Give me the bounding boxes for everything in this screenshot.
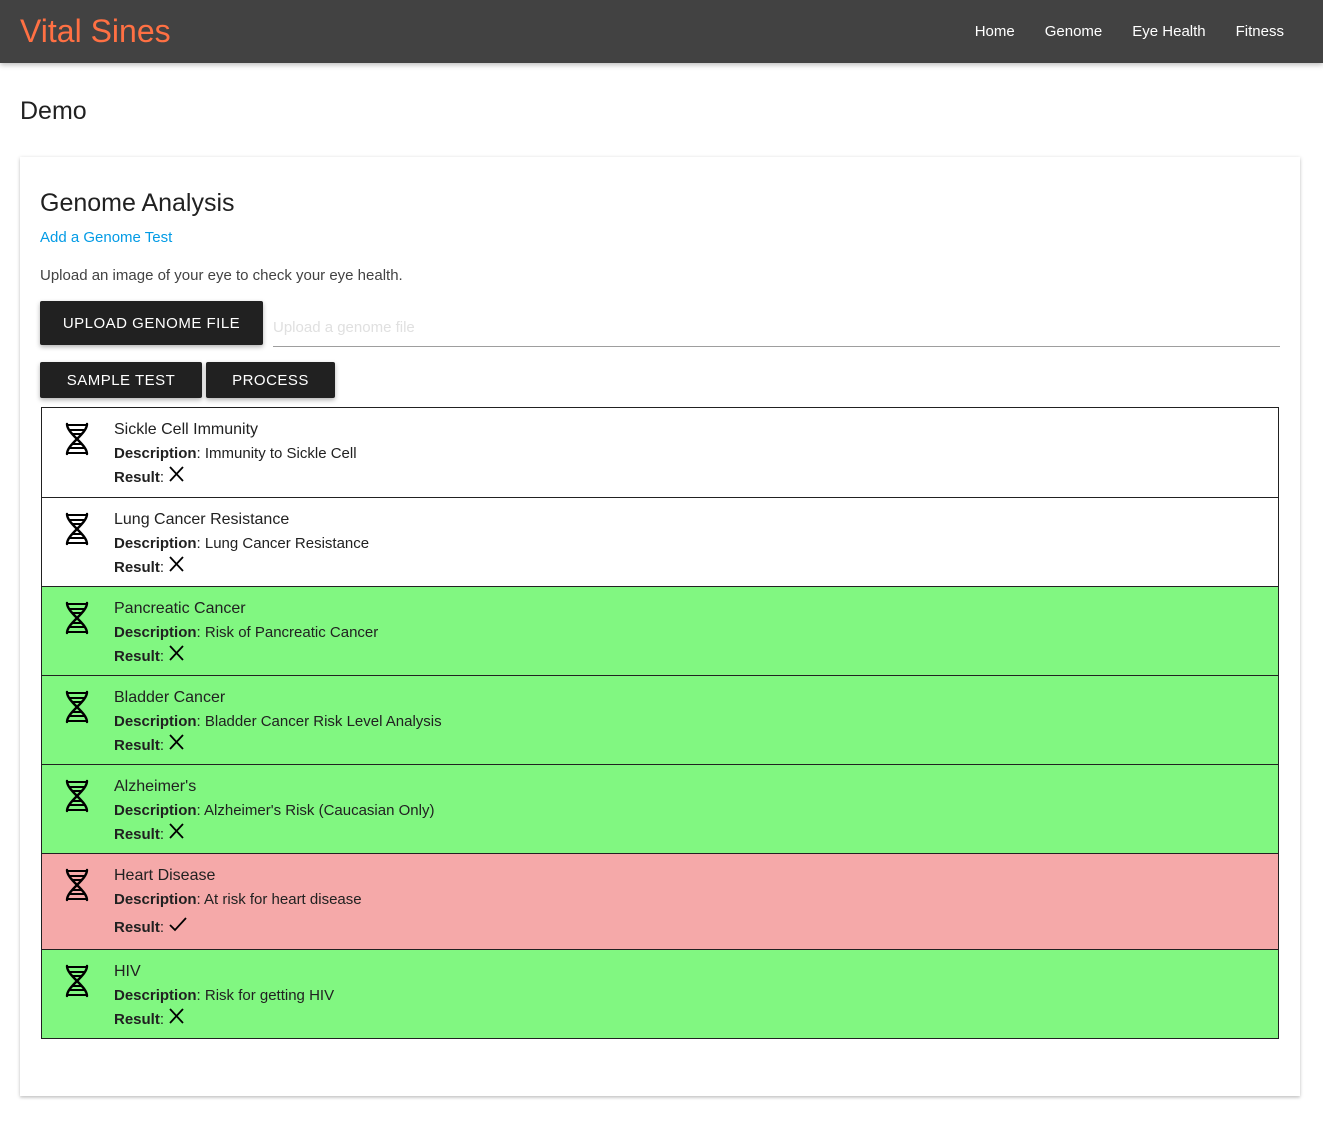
result-label: Result (114, 648, 160, 665)
x-icon (168, 645, 184, 665)
dna-icon (64, 512, 90, 546)
genome-test-row: Lung Cancer Resistance Description: Lung … (42, 497, 1278, 586)
dna-icon (64, 868, 90, 902)
page-title: Demo (20, 97, 87, 125)
test-result: Result: (114, 466, 184, 486)
nav-link-fitness[interactable]: Fitness (1221, 23, 1299, 40)
genome-results-list: Sickle Cell Immunity Description: Immunit… (41, 407, 1279, 1039)
test-name: Lung Cancer Resistance (114, 511, 290, 528)
test-description: Description: Immunity to Sickle Cell (114, 445, 357, 462)
x-icon (168, 1008, 184, 1028)
upload-hint: Upload an image of your eye to check you… (40, 267, 403, 284)
nav-link-genome[interactable]: Genome (1030, 23, 1118, 40)
genome-test-row: Heart Disease Description: At risk for he… (42, 853, 1278, 949)
description-value: Risk of Pancreatic Cancer (204, 624, 379, 641)
description-value: Alzheimer's Risk (Caucasian Only) (204, 802, 435, 819)
test-description: Description: Alzheimer's Risk (Caucasian… (114, 802, 435, 819)
test-name: Pancreatic Cancer (114, 600, 246, 617)
test-name: Bladder Cancer (114, 689, 226, 706)
description-value: At risk for heart disease (204, 891, 362, 908)
test-name: Alzheimer's (114, 778, 197, 795)
description-label: Description (114, 713, 197, 730)
test-name: HIV (114, 963, 141, 980)
x-icon (168, 466, 184, 486)
test-description: Description: Risk for getting HIV (114, 987, 335, 1004)
dna-icon (64, 964, 90, 998)
test-description: Description: Bladder Cancer Risk Level A… (114, 713, 442, 730)
test-result: Result: (114, 734, 184, 754)
description-value: Immunity to Sickle Cell (204, 445, 357, 462)
test-description: Description: At risk for heart disease (114, 891, 362, 908)
description-label: Description (114, 624, 197, 641)
test-result: Result: (114, 556, 184, 576)
description-label: Description (114, 802, 197, 819)
nav-link-eye-health[interactable]: Eye Health (1117, 23, 1220, 40)
description-value: Lung Cancer Resistance (204, 535, 370, 552)
brand-logo[interactable]: Vital Sines (20, 12, 171, 50)
result-label: Result (114, 1011, 160, 1028)
description-value: Risk for getting HIV (204, 987, 335, 1004)
add-genome-test-link[interactable]: Add a Genome Test (40, 229, 172, 246)
test-result: Result: (114, 1008, 184, 1028)
description-label: Description (114, 445, 197, 462)
test-result: Result: (114, 916, 188, 936)
result-label: Result (114, 826, 160, 843)
test-name: Heart Disease (114, 867, 216, 884)
result-label: Result (114, 919, 160, 936)
genome-test-row: Pancreatic Cancer Description: Risk of Pa… (42, 586, 1278, 675)
sample-test-button[interactable]: SAMPLE TEST (40, 362, 202, 398)
description-label: Description (114, 987, 197, 1004)
dna-icon (64, 601, 90, 635)
result-label: Result (114, 737, 160, 754)
test-result: Result: (114, 823, 184, 843)
x-icon (168, 734, 184, 754)
test-description: Description: Lung Cancer Resistance (114, 535, 370, 552)
dna-icon (64, 690, 90, 724)
genome-file-path-input[interactable] (273, 309, 1280, 347)
test-description: Description: Risk of Pancreatic Cancer (114, 624, 379, 641)
genome-test-row: Alzheimer's Description: Alzheimer's Risk… (42, 764, 1278, 853)
navbar: Vital Sines Home Genome Eye Health Fitne… (0, 0, 1323, 63)
dna-icon (64, 422, 90, 456)
genome-test-row: HIV Description: Risk for getting HIV Resu… (42, 949, 1278, 1038)
genome-test-row: Bladder Cancer Description: Bladder Cance… (42, 675, 1278, 764)
check-icon (168, 916, 188, 936)
result-label: Result (114, 469, 160, 486)
genome-test-row: Sickle Cell Immunity Description: Immunit… (42, 408, 1278, 497)
card-title: Genome Analysis (40, 189, 235, 217)
upload-genome-file-button[interactable]: UPLOAD GENOME FILE (40, 301, 263, 345)
x-icon (168, 823, 184, 843)
process-button[interactable]: PROCESS (206, 362, 335, 398)
description-label: Description (114, 535, 197, 552)
dna-icon (64, 779, 90, 813)
test-result: Result: (114, 645, 184, 665)
description-value: Bladder Cancer Risk Level Analysis (204, 713, 442, 730)
test-name: Sickle Cell Immunity (114, 421, 259, 438)
description-label: Description (114, 891, 197, 908)
genome-analysis-card: Genome Analysis Add a Genome Test Upload… (20, 157, 1300, 1096)
nav-link-home[interactable]: Home (960, 23, 1030, 40)
x-icon (168, 556, 184, 576)
nav-links: Home Genome Eye Health Fitness (960, 0, 1299, 63)
result-label: Result (114, 559, 160, 576)
